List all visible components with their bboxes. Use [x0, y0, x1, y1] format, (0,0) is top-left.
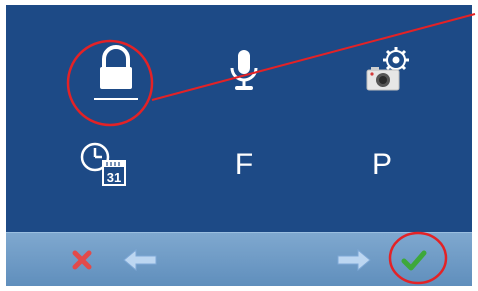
close-x-icon — [72, 250, 92, 270]
schedule-menu-item[interactable]: 31 — [72, 133, 136, 197]
lock-menu-item[interactable] — [84, 39, 148, 103]
f-menu-item[interactable]: F — [212, 133, 276, 197]
confirm-button[interactable] — [390, 240, 438, 280]
lock-icon — [94, 45, 138, 100]
f-label: F — [234, 148, 254, 181]
microphone-menu-item[interactable] — [212, 39, 276, 103]
p-label: P — [371, 148, 392, 181]
back-button[interactable] — [116, 240, 164, 280]
calendar-day-text: 31 — [107, 170, 121, 185]
microphone-icon — [230, 50, 258, 90]
camera-settings-menu-item[interactable] — [356, 39, 420, 103]
forward-button[interactable] — [330, 240, 378, 280]
device-screen: 31 F P — [6, 5, 472, 286]
checkmark-icon — [401, 250, 427, 271]
clock-calendar-icon: 31 — [80, 142, 126, 186]
arrow-left-icon — [123, 248, 157, 272]
camera-settings-icon — [366, 47, 409, 91]
arrow-right-icon — [337, 248, 371, 272]
bottom-toolbar — [6, 232, 472, 286]
p-menu-item[interactable]: P — [350, 133, 414, 197]
cancel-button[interactable] — [58, 240, 106, 280]
